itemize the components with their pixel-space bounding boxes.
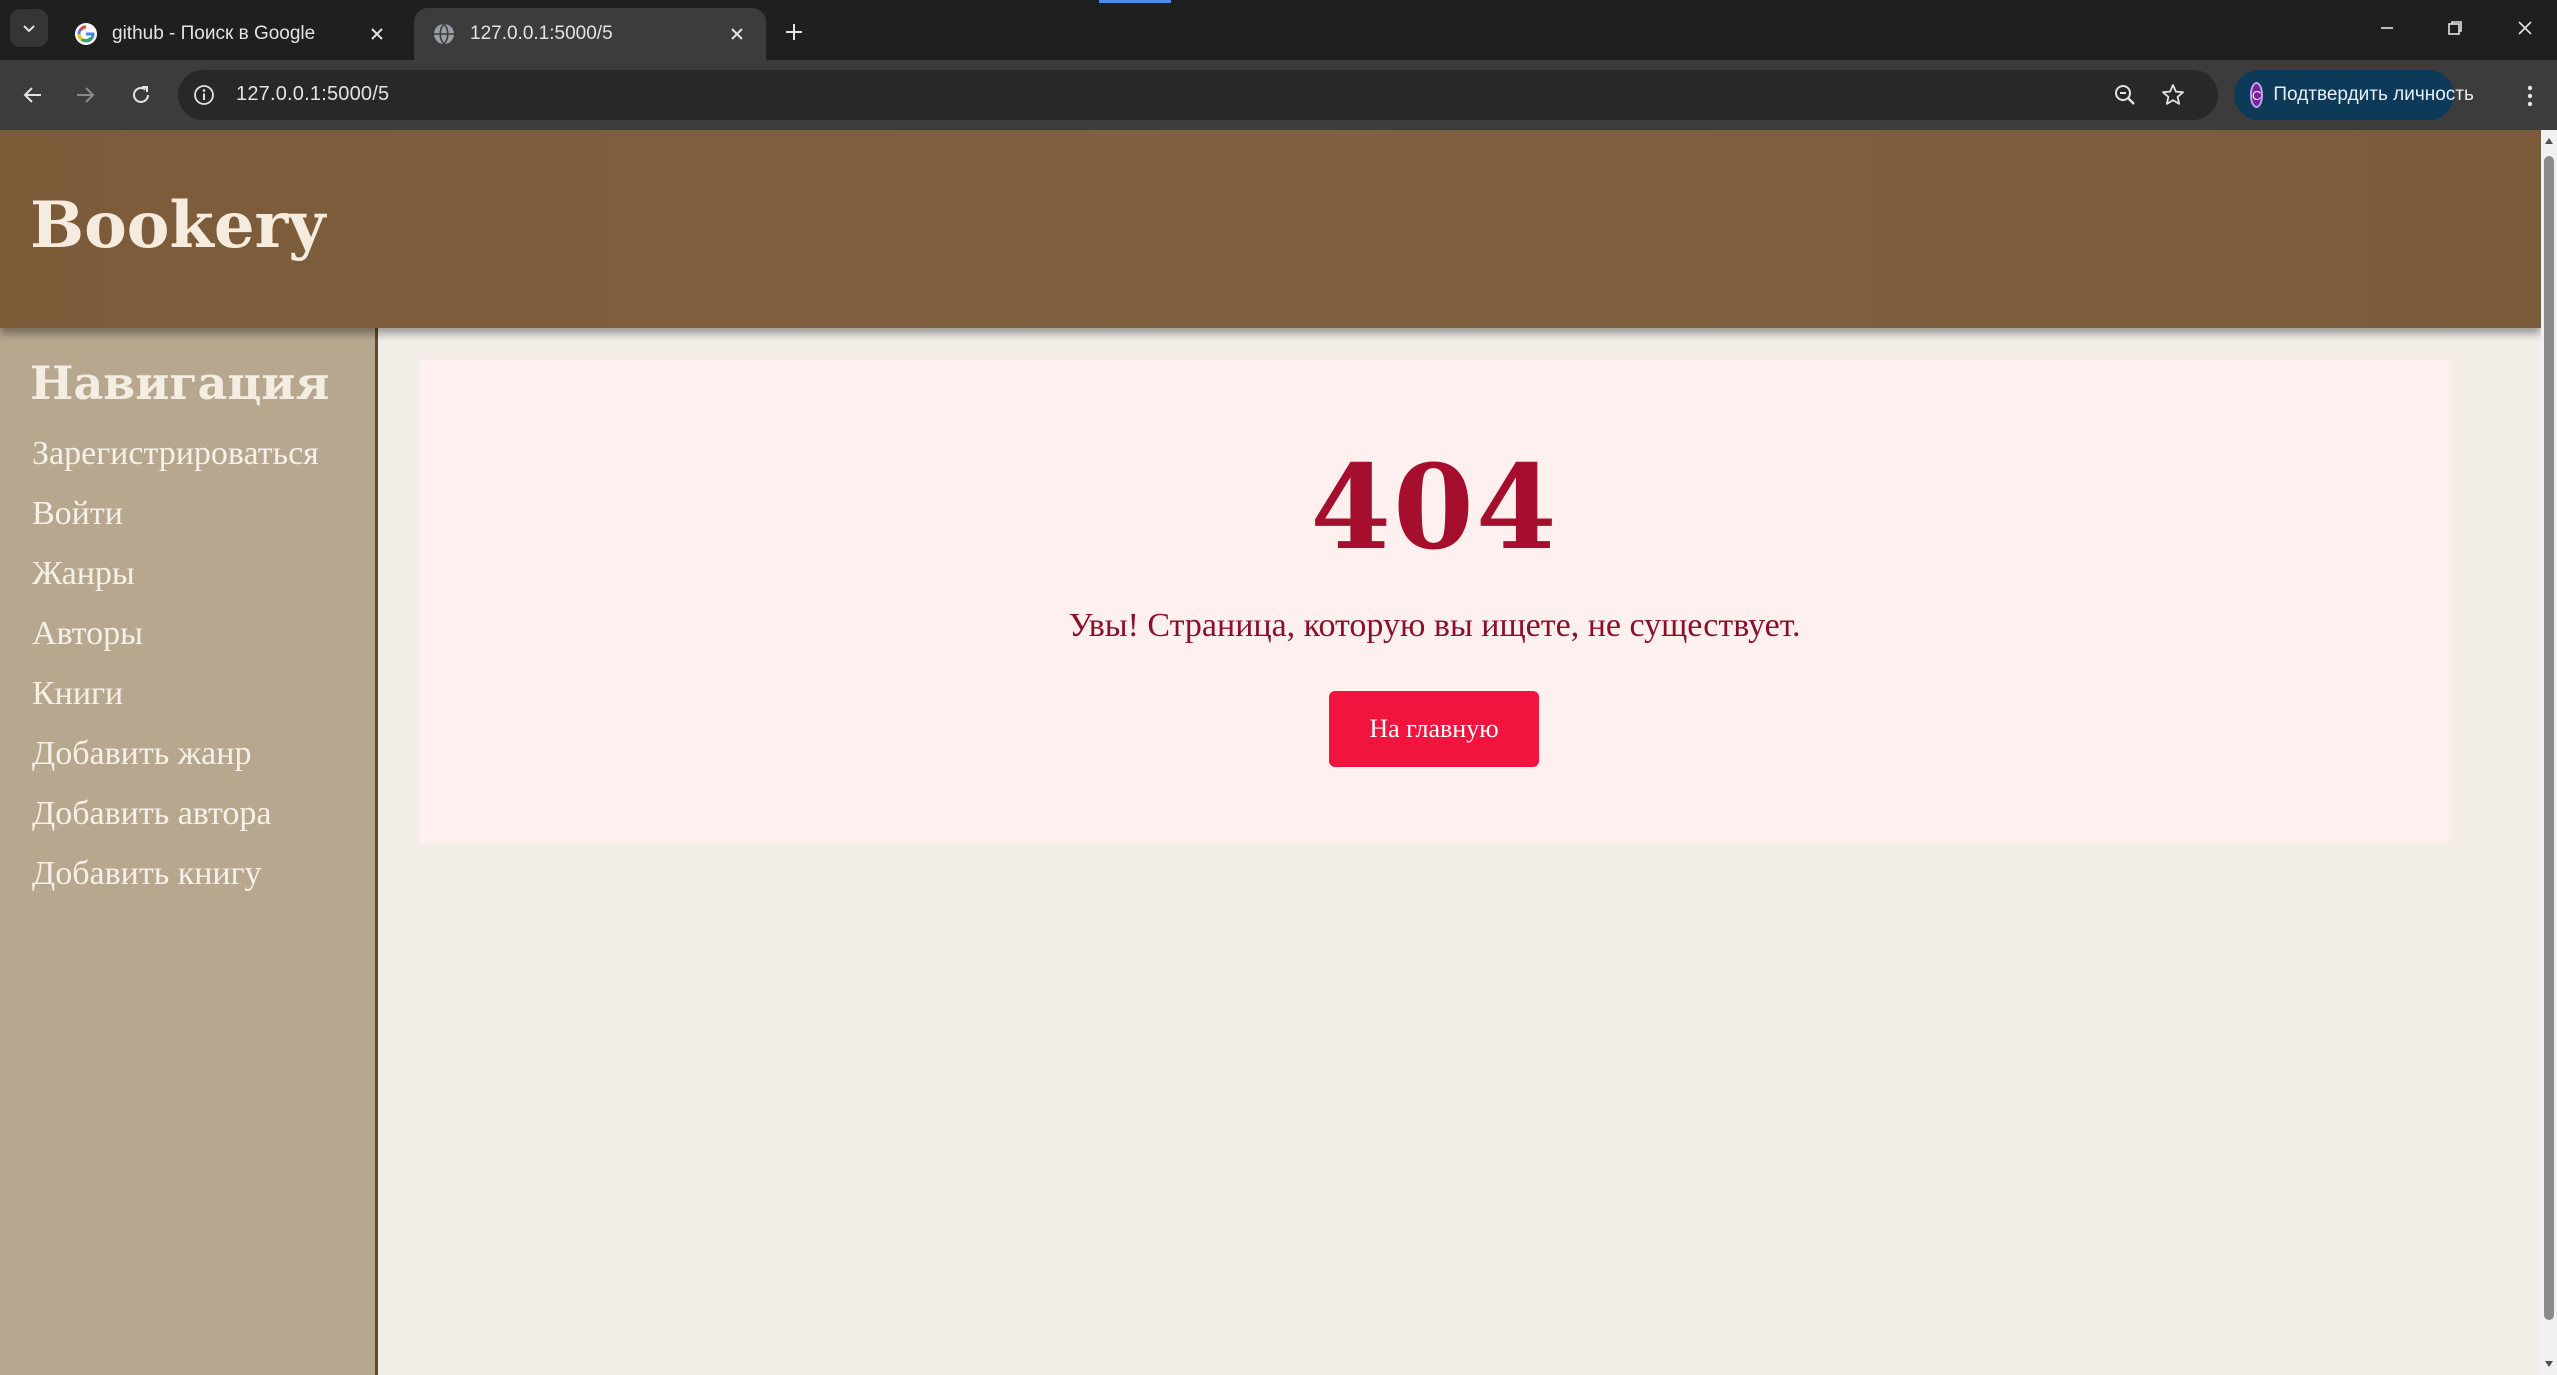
chevron-down-icon <box>23 25 35 33</box>
close-tab-icon[interactable] <box>726 23 748 45</box>
nav-link-add-book[interactable]: Добавить книгу <box>32 854 319 914</box>
scrollbar-thumb[interactable] <box>2544 156 2554 1320</box>
close-tab-icon[interactable] <box>366 23 388 45</box>
scroll-down-arrow-icon[interactable] <box>2544 1359 2554 1369</box>
tab-localhost[interactable]: 127.0.0.1:5000/5 <box>414 8 766 60</box>
sidebar-heading: Навигация <box>30 356 330 410</box>
minimize-button[interactable] <box>2362 8 2412 48</box>
site-logo-title[interactable]: Bookery <box>30 188 325 263</box>
new-tab-button[interactable] <box>776 14 812 50</box>
browser-menu-button[interactable] <box>2512 76 2548 116</box>
nav-link-genres[interactable]: Жанры <box>32 554 319 614</box>
site-header: Bookery <box>0 130 2541 328</box>
page-viewport: Bookery Навигация Зарегистрироваться Вой… <box>0 130 2541 1375</box>
error-code: 404 <box>1310 440 1559 576</box>
browser-tab-strip: github - Поиск в Google 127.0.0.1:5000/5 <box>0 0 2557 60</box>
url-text: 127.0.0.1:5000/5 <box>236 83 390 105</box>
zoom-icon[interactable] <box>2112 82 2138 108</box>
profile-button-label: Подтвердить личность <box>2273 84 2474 105</box>
google-g-icon <box>75 23 97 45</box>
sidebar-navigation: Навигация Зарегистрироваться Войти Жанры… <box>0 328 378 1375</box>
reload-icon <box>133 86 149 103</box>
tab-title: 127.0.0.1:5000/5 <box>470 23 613 44</box>
nav-link-books[interactable]: Книги <box>32 674 319 734</box>
tab-google-search[interactable]: github - Поиск в Google <box>56 8 406 60</box>
profile-verify-button[interactable]: C Подтвердить личность <box>2234 70 2474 120</box>
scroll-up-arrow-icon[interactable] <box>2544 136 2554 146</box>
close-window-button[interactable] <box>2500 8 2550 48</box>
tab-search-button[interactable] <box>10 9 48 47</box>
address-bar[interactable]: 127.0.0.1:5000/5 <box>178 70 2218 120</box>
restore-icon <box>2448 21 2462 35</box>
browser-toolbar: 127.0.0.1:5000/5 C Подтвердить личность <box>0 60 2557 130</box>
bookmark-star-icon[interactable] <box>2160 82 2186 108</box>
arrow-right-icon <box>77 87 95 103</box>
home-button[interactable]: На главную <box>1329 691 1539 767</box>
reload-button[interactable] <box>120 74 162 116</box>
nav-list: Зарегистрироваться Войти Жанры Авторы Кн… <box>32 434 319 914</box>
nav-link-login[interactable]: Войти <box>32 494 319 554</box>
tab-title: github - Поиск в Google <box>112 23 316 44</box>
restore-button[interactable] <box>2430 8 2480 48</box>
page-scrollbar[interactable] <box>2541 130 2557 1375</box>
error-card: 404 Увы! Страница, которую вы ищете, не … <box>420 360 2449 843</box>
close-icon <box>2518 21 2532 35</box>
nav-link-add-genre[interactable]: Добавить жанр <box>32 734 319 794</box>
back-button[interactable] <box>12 74 54 116</box>
nav-link-authors[interactable]: Авторы <box>32 614 319 674</box>
error-message: Увы! Страница, которую вы ищете, не суще… <box>1068 607 1801 644</box>
forward-button[interactable] <box>64 74 106 116</box>
globe-icon <box>434 23 454 45</box>
avatar: C <box>2250 82 2264 108</box>
kebab-menu-icon <box>2527 85 2533 107</box>
minimize-icon <box>2381 27 2393 29</box>
nav-link-add-author[interactable]: Добавить автора <box>32 794 319 854</box>
site-info-icon[interactable] <box>192 83 216 107</box>
arrow-left-icon <box>23 87 41 103</box>
tab-activity-indicator <box>1099 0 1171 3</box>
plus-icon <box>786 24 802 40</box>
nav-link-register[interactable]: Зарегистрироваться <box>32 434 319 494</box>
